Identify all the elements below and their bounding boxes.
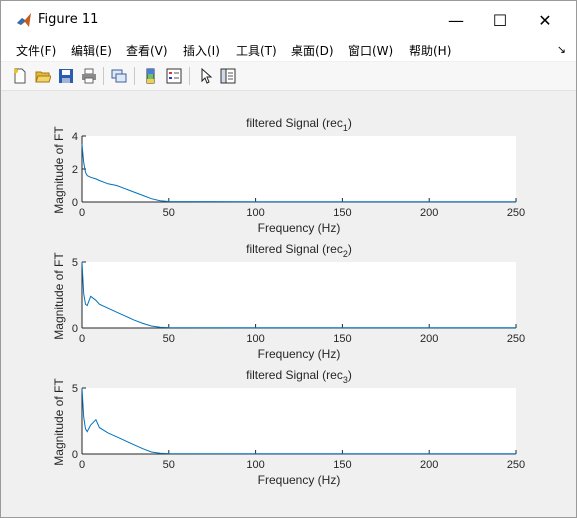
x-tick-label: 250 <box>507 207 525 219</box>
x-axis-label: Frequency (Hz) <box>258 347 341 361</box>
y-axis-label: Magnitude of FT <box>52 252 66 340</box>
plots-svg: filtered Signal (rec1)0 50 100 150 200 250024… <box>52 116 525 487</box>
y-tick-label: 5 <box>72 383 78 395</box>
print-icon[interactable] <box>79 66 99 86</box>
property-editor-icon[interactable] <box>218 66 238 86</box>
x-tick-label: 250 <box>507 459 525 471</box>
title-bar[interactable]: Figure 11 — ☐ ✕ <box>1 1 576 39</box>
plot-title: filtered Signal (rec3) <box>246 368 352 385</box>
colorbar-icon[interactable] <box>141 66 161 86</box>
link-plot-icon[interactable] <box>109 66 129 86</box>
axes-background <box>82 388 516 454</box>
menu-view[interactable]: 查看(V) <box>126 42 168 59</box>
toolbar-separator <box>134 67 135 85</box>
x-tick-label: 250 <box>507 333 525 345</box>
menu-desktop[interactable]: 桌面(D) <box>291 42 334 59</box>
menu-help[interactable]: 帮助(H) <box>409 42 451 59</box>
y-axis-label: Magnitude of FT <box>52 378 66 466</box>
menu-overflow-arrow-icon[interactable]: ↘ <box>557 43 566 56</box>
subplot-3: filtered Signal (rec3) 0 50 100 150 200 250 0 5 F… <box>52 368 525 487</box>
x-tick-label: 200 <box>420 207 438 219</box>
close-button[interactable]: ✕ <box>522 1 568 39</box>
toolbar <box>1 62 576 91</box>
menu-bar: 文件(F) 编辑(E) 查看(V) 插入(I) 工具(T) 桌面(D) 窗口(W… <box>1 39 576 61</box>
subplot-1: filtered Signal (rec1) 0 50 100 150 200 250 0 2 4… <box>52 116 525 235</box>
y-tick-label: 4 <box>72 131 78 143</box>
menu-insert[interactable]: 插入(I) <box>183 42 220 59</box>
close-icon: ✕ <box>538 10 552 30</box>
x-tick-label: 200 <box>420 333 438 345</box>
subplot-2: filtered Signal (rec2) 0 50 100 150 200 250 0 5 F… <box>52 242 525 361</box>
window-title: Figure 11 <box>38 12 99 27</box>
menu-edit[interactable]: 编辑(E) <box>71 42 112 59</box>
menu-window[interactable]: 窗口(W) <box>348 42 393 59</box>
y-tick-label: 0 <box>72 323 78 335</box>
y-tick-label: 0 <box>72 449 78 461</box>
x-tick-label: 100 <box>246 333 264 345</box>
x-tick-label: 50 <box>163 459 175 471</box>
plot-title: filtered Signal (rec1) <box>246 116 352 133</box>
y-tick-label: 0 <box>72 197 78 209</box>
x-tick-label: 100 <box>246 459 264 471</box>
new-figure-icon[interactable] <box>10 66 30 86</box>
axes-background <box>82 262 516 328</box>
maximize-icon: ☐ <box>492 10 508 30</box>
x-axis-label: Frequency (Hz) <box>258 221 341 235</box>
plot-title: filtered Signal (rec2) <box>246 242 352 259</box>
maximize-button[interactable]: ☐ <box>477 1 523 39</box>
x-tick-label: 100 <box>246 207 264 219</box>
minimize-icon: — <box>448 10 464 30</box>
toolbar-separator <box>189 67 190 85</box>
menu-tools[interactable]: 工具(T) <box>236 42 277 59</box>
minimize-button[interactable]: — <box>433 1 479 39</box>
axes-background <box>82 136 516 202</box>
y-tick-label: 5 <box>72 257 78 269</box>
x-tick-label: 0 <box>79 459 85 471</box>
x-tick-label: 0 <box>79 207 85 219</box>
x-tick-label: 150 <box>333 333 351 345</box>
y-tick-label: 2 <box>72 164 78 176</box>
x-tick-label: 0 <box>79 333 85 345</box>
x-tick-label: 150 <box>333 207 351 219</box>
open-file-icon[interactable] <box>33 66 53 86</box>
menu-file[interactable]: 文件(F) <box>16 42 56 59</box>
y-axis-label: Magnitude of FT <box>52 126 66 214</box>
x-tick-label: 200 <box>420 459 438 471</box>
matlab-logo-icon <box>17 13 31 27</box>
x-tick-label: 50 <box>163 207 175 219</box>
x-axis-label: Frequency (Hz) <box>258 473 341 487</box>
figure-canvas[interactable]: filtered Signal (rec1) 0 50 100 150 200 250 0 2 4… <box>8 91 569 511</box>
x-tick-label: 150 <box>333 459 351 471</box>
toolbar-separator <box>103 67 104 85</box>
legend-icon[interactable] <box>164 66 184 86</box>
figure-window: Figure 11 — ☐ ✕ 文件(F) 编辑(E) 查看(V) 插入(I) … <box>0 0 577 518</box>
save-icon[interactable] <box>56 66 76 86</box>
pointer-icon[interactable] <box>196 66 216 86</box>
x-tick-label: 50 <box>163 333 175 345</box>
